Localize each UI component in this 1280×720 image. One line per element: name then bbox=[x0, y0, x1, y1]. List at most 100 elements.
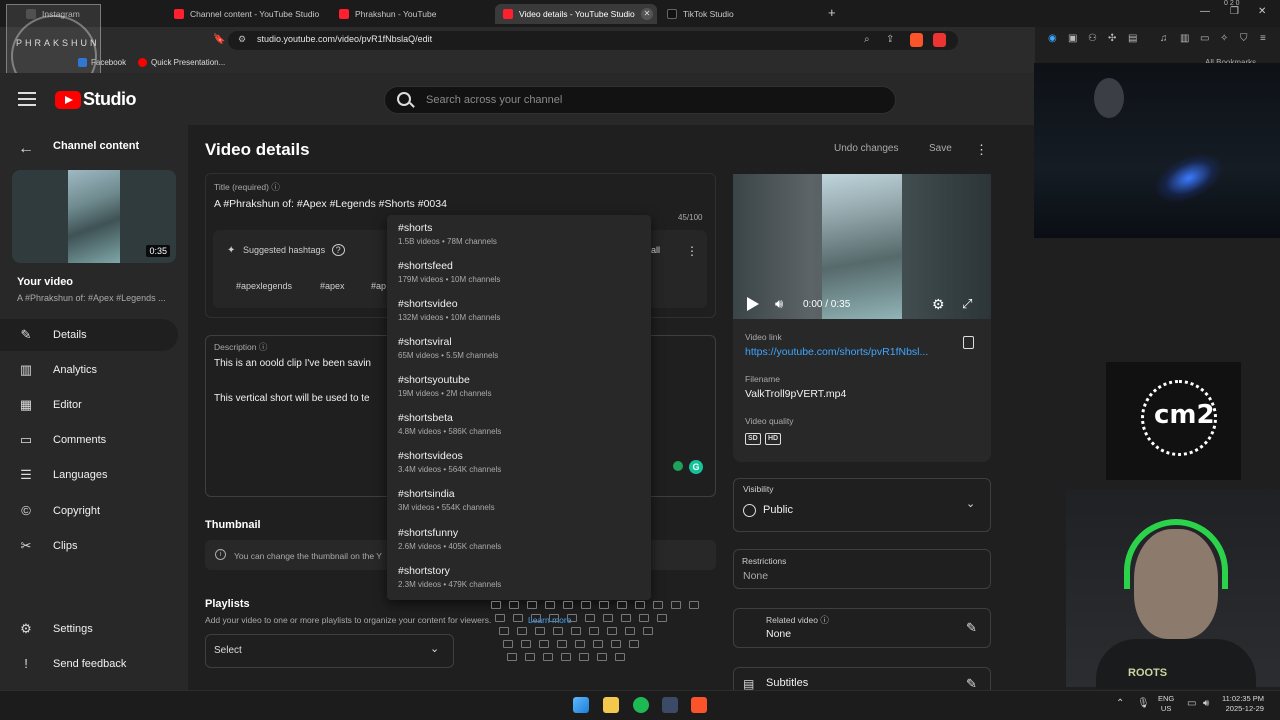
bookmark-quick-presentation[interactable]: Quick Presentation... bbox=[138, 58, 225, 67]
extension-icon[interactable]: ▣ bbox=[1068, 33, 1077, 44]
title-input[interactable]: A #Phrakshun of: #Apex #Legends #Shorts … bbox=[214, 198, 447, 210]
suggestion-item[interactable]: #shortsvideo 132M videos • 10M channels bbox=[398, 298, 638, 322]
help-icon: ? bbox=[331, 244, 345, 256]
extension-icon[interactable]: ▤ bbox=[1128, 33, 1137, 44]
menu-icon[interactable]: ≡ bbox=[1260, 33, 1266, 44]
bookmark-label: Quick Presentation... bbox=[151, 58, 226, 67]
new-tab-button[interactable]: + bbox=[828, 5, 836, 20]
zoom-icon[interactable]: ⌕ bbox=[864, 34, 870, 45]
sidebar-item-editor[interactable]: ▦ Editor bbox=[0, 389, 178, 421]
add-all-button[interactable]: all bbox=[651, 245, 660, 255]
tab-video-details[interactable]: Video details - YouTube Studio ✕ bbox=[495, 4, 657, 24]
maximize-icon[interactable]: ❐ bbox=[1230, 6, 1239, 17]
suggestion-item[interactable]: #shortsfeed 179M videos • 10M channels bbox=[398, 260, 638, 284]
close-window-icon[interactable]: ✕ bbox=[1258, 6, 1266, 17]
hashtag-chip[interactable]: #apexlegends bbox=[236, 281, 292, 291]
suggestion-item[interactable]: #shortstory 2.3M videos • 479K channels bbox=[398, 565, 638, 589]
extension-icon[interactable]: ◉ bbox=[1048, 33, 1057, 44]
music-icon[interactable]: ♫ bbox=[1160, 33, 1168, 44]
url-text[interactable]: studio.youtube.com/video/pvR1fNbslaQ/edi… bbox=[257, 34, 432, 44]
video-link[interactable]: https://youtube.com/shorts/pvR1fNbsl... bbox=[745, 346, 945, 358]
extension-icon[interactable]: ⚇ bbox=[1088, 33, 1097, 44]
play-icon[interactable] bbox=[747, 297, 759, 311]
suggestion-item[interactable]: #shortsyoutube 19M videos • 2M channels bbox=[398, 374, 638, 398]
site-info-icon[interactable]: ⚙ bbox=[238, 34, 246, 45]
sidebar-item-comments[interactable]: ▭ Comments bbox=[0, 424, 178, 456]
brave-rewards-icon[interactable] bbox=[933, 33, 946, 47]
leo-icon[interactable]: ✧ bbox=[1220, 33, 1228, 44]
suggestion-stats: 65M videos • 5.5M channels bbox=[398, 351, 499, 360]
keyboard-key bbox=[543, 653, 553, 661]
keyboard-key bbox=[513, 614, 523, 622]
sidebar-item-send-feedback[interactable]: ! Send feedback bbox=[0, 648, 178, 680]
vpn-icon[interactable]: ⛉ bbox=[1240, 33, 1248, 44]
app-icon[interactable] bbox=[662, 697, 678, 713]
clock[interactable]: 11:02:35 PM 2025-12-29 bbox=[1222, 694, 1264, 714]
suggestion-item[interactable]: #shortsviral 65M videos • 5.5M channels bbox=[398, 336, 638, 360]
youtube-logo-icon[interactable] bbox=[55, 91, 81, 109]
wallet-icon[interactable]: ▭ bbox=[1200, 33, 1209, 44]
player-settings-icon[interactable]: ⚙ bbox=[932, 296, 945, 313]
grammarly-icon[interactable]: G bbox=[689, 460, 703, 474]
more-options-icon[interactable]: ⋮ bbox=[975, 142, 988, 158]
suggestion-item[interactable]: #shortsindia 3M videos • 554K channels bbox=[398, 488, 638, 512]
sidebar-item-languages[interactable]: ☰ Languages bbox=[0, 459, 178, 491]
suggestion-stats: 19M videos • 2M channels bbox=[398, 389, 492, 398]
subtitles-label: Subtitles bbox=[766, 677, 809, 689]
suggestion-item[interactable]: #shortsfunny 2.6M videos • 405K channels bbox=[398, 527, 638, 551]
undo-changes-button[interactable]: Undo changes bbox=[834, 143, 899, 154]
file-explorer-icon[interactable] bbox=[603, 697, 619, 713]
hashtag-chip[interactable]: #ap bbox=[371, 281, 386, 291]
playlist-select[interactable] bbox=[205, 634, 454, 668]
sidebar-item-analytics[interactable]: ▥ Analytics bbox=[0, 354, 178, 386]
restrictions-field[interactable] bbox=[733, 549, 991, 589]
microphone-icon[interactable]: 🎙︎ bbox=[1137, 698, 1150, 709]
suggestion-item[interactable]: #shortsvideos 3.4M videos • 564K channels bbox=[398, 450, 638, 474]
description-line[interactable]: This is an ooold clip I've been savin bbox=[214, 358, 371, 369]
extension-puzzle-icon[interactable]: ✣ bbox=[1108, 33, 1116, 44]
hashtags-more-icon[interactable]: ⋮ bbox=[686, 244, 698, 258]
sidebar-item-settings[interactable]: ⚙ Settings bbox=[0, 613, 178, 645]
tab-channel-content[interactable]: Channel content - YouTube Studio bbox=[174, 4, 324, 24]
brave-shield-icon[interactable] bbox=[910, 33, 923, 47]
tray-expand-icon[interactable]: ⌃ bbox=[1116, 698, 1124, 709]
suggestion-item[interactable]: #shorts 1.5B videos • 78M channels bbox=[398, 222, 638, 246]
tab-close-icon[interactable]: ✕ bbox=[641, 8, 653, 20]
tab-tiktok-studio[interactable]: TikTok Studio bbox=[667, 4, 807, 24]
keyboard-key bbox=[495, 614, 505, 622]
spotify-icon[interactable] bbox=[633, 697, 649, 713]
tab-phrakshun-youtube[interactable]: Phrakshun - YouTube bbox=[339, 4, 479, 24]
video-thumbnail[interactable]: 0:35 bbox=[12, 170, 176, 263]
volume-icon[interactable]: 🔊︎ bbox=[1203, 698, 1209, 709]
suggestion-item[interactable]: #shortsbeta 4.8M videos • 586K channels bbox=[398, 412, 638, 436]
fullscreen-icon[interactable]: ⤢ bbox=[962, 296, 972, 312]
copy-icon[interactable] bbox=[963, 336, 974, 349]
sidebar-toggle-icon[interactable]: ▥ bbox=[1180, 33, 1189, 44]
hashtag-chip[interactable]: #apex bbox=[320, 281, 345, 291]
windows-start-icon[interactable] bbox=[573, 697, 589, 713]
hamburger-menu-icon[interactable] bbox=[18, 92, 36, 106]
sidebar-item-details[interactable]: ✎ Details bbox=[0, 319, 178, 351]
network-icon[interactable]: ▭ bbox=[1187, 698, 1196, 709]
description-line[interactable]: This vertical short will be used to te bbox=[214, 393, 370, 404]
keyboard-key bbox=[535, 627, 545, 635]
suggestion-tag: #shortsindia bbox=[398, 488, 455, 500]
channel-content-link[interactable]: Channel content bbox=[53, 140, 139, 152]
language-indicator[interactable]: ENG US bbox=[1158, 694, 1174, 714]
bookmark-icon[interactable]: 🔖 bbox=[213, 34, 225, 45]
sidebar-item-copyright[interactable]: © Copyright bbox=[0, 495, 178, 527]
edit-pencil-icon[interactable]: ✎ bbox=[966, 620, 977, 636]
sidebar-item-clips[interactable]: ✂ Clips bbox=[0, 530, 178, 562]
studio-logo-text[interactable]: Studio bbox=[83, 89, 137, 110]
brave-browser-icon[interactable] bbox=[691, 697, 707, 713]
save-button[interactable]: Save bbox=[929, 143, 952, 154]
volume-icon[interactable]: 🔊︎ bbox=[775, 296, 783, 312]
assistant-icon[interactable] bbox=[673, 461, 683, 471]
keyboard-key bbox=[553, 627, 563, 635]
youtube-icon bbox=[339, 9, 349, 19]
pencil-icon: ✎ bbox=[20, 327, 32, 342]
keyboard-key bbox=[585, 614, 595, 622]
back-arrow-icon[interactable]: ← bbox=[18, 140, 34, 158]
minimize-icon[interactable]: — bbox=[1200, 6, 1210, 17]
share-icon[interactable]: ⇪ bbox=[886, 34, 894, 45]
